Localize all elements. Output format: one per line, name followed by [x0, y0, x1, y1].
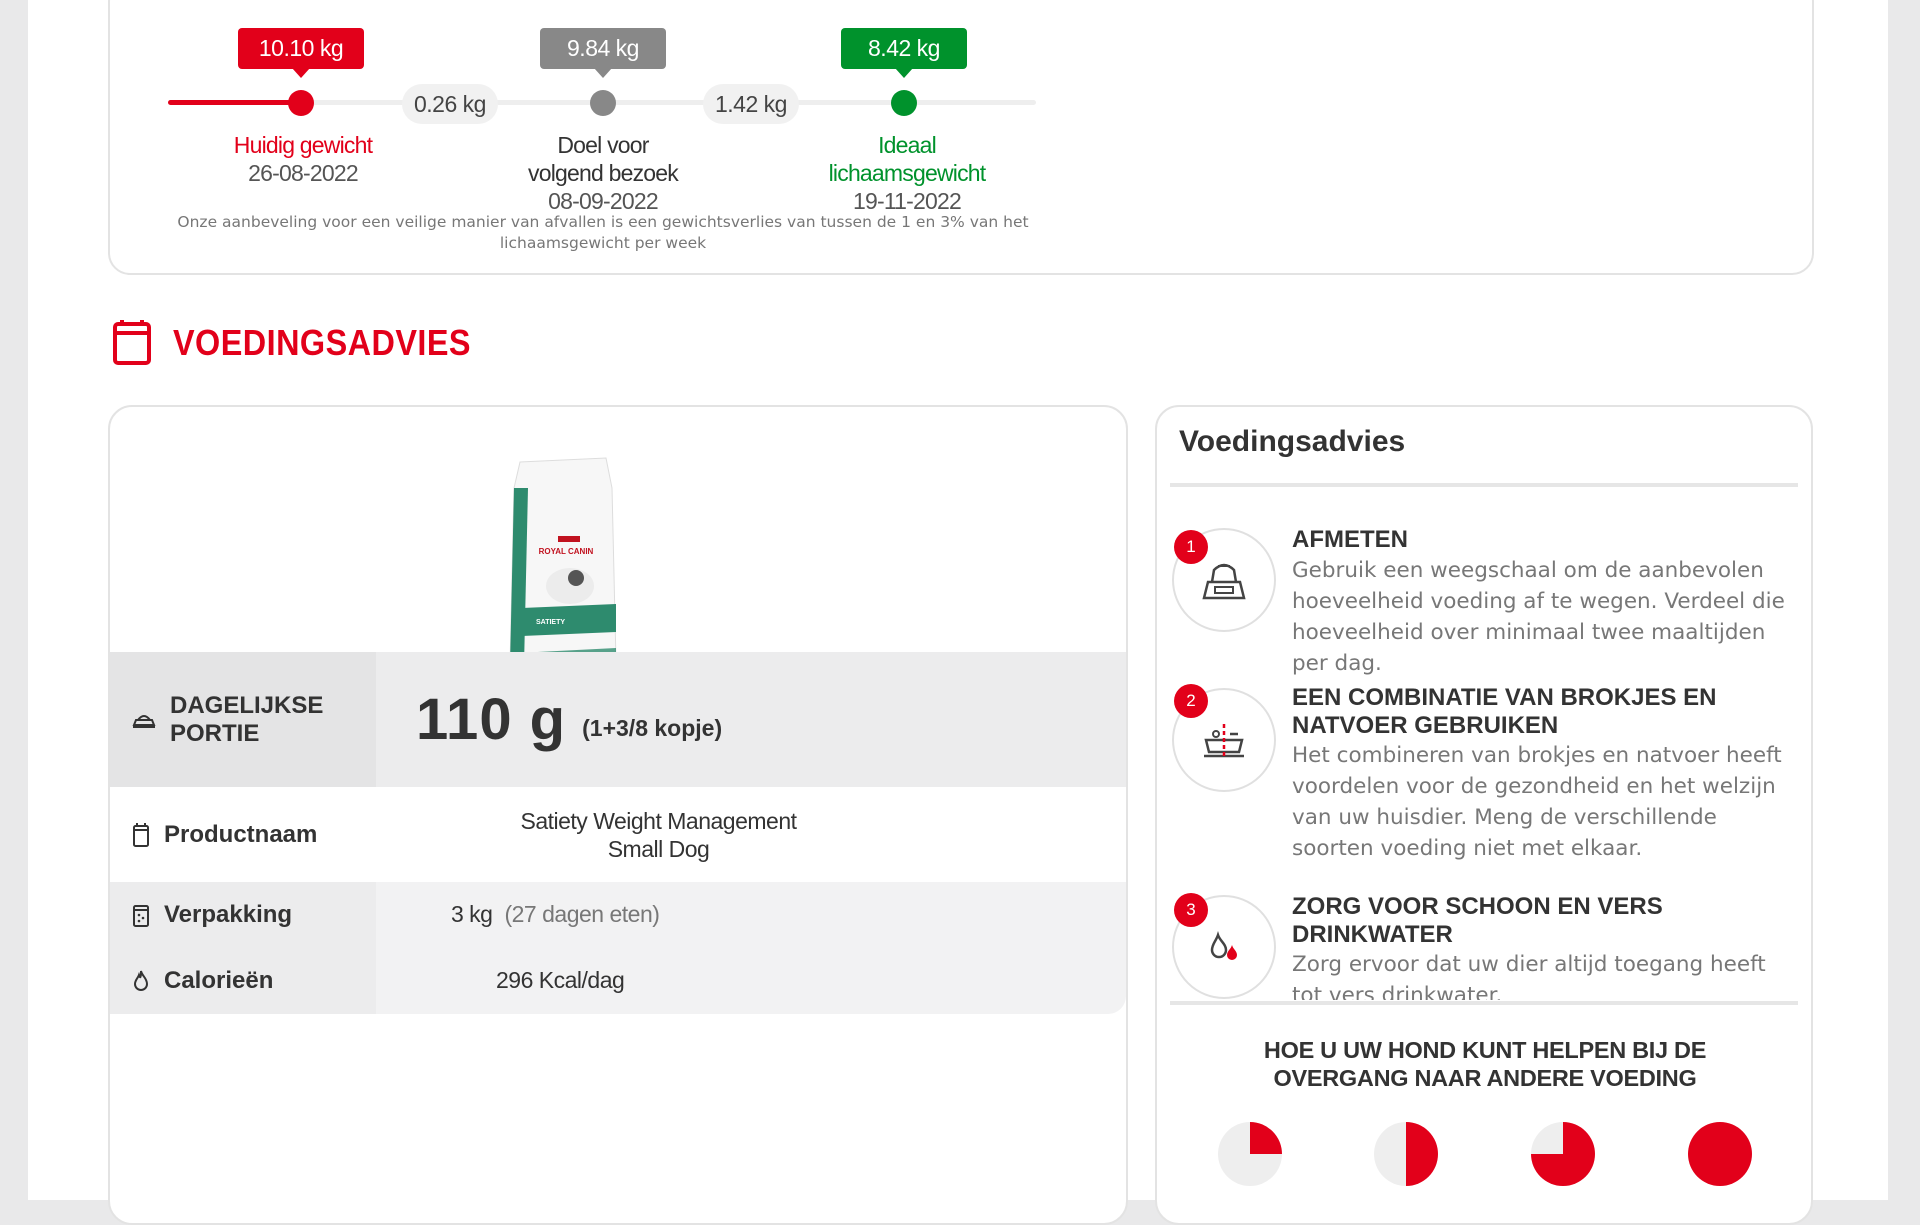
product-name-label-text: Productnaam: [164, 820, 318, 848]
step-text-1: Gebruik een weegschaal om de aanbevolen …: [1292, 558, 1785, 676]
flame-icon: [133, 970, 149, 991]
section-title: VOEDINGSADVIES: [173, 322, 471, 363]
step-number-1: 1: [1174, 530, 1208, 564]
transition-title: HOE U UW HOND KUNT HELPEN BIJ DE OVERGAN…: [1190, 1036, 1780, 1092]
package-days: (27 dagen eten): [504, 901, 660, 927]
daily-amount: 110 g: [416, 687, 567, 752]
goal-weight-title-1: Doel voor: [557, 132, 649, 158]
calories-row: Calorieën 296 Kcal/dag: [110, 947, 1126, 1014]
advice-title: Voedingsadvies: [1179, 425, 1406, 458]
weight-loss-note: Onze aanbeveling voor een veilige manier…: [150, 212, 1056, 254]
weight-loss-note-line1: Onze aanbeveling voor een veilige manier…: [177, 213, 1029, 231]
package-label: Verpakking: [110, 882, 376, 947]
package-size-icon: [133, 904, 149, 927]
package-calories-group: Verpakking 3 kg (27 dagen eten) Calorieë…: [110, 882, 1126, 1014]
diff-to-goal-badge: 0.26 kg: [402, 84, 498, 124]
daily-cups: (1+3/8 kopje): [582, 715, 723, 741]
step-number-3: 3: [1174, 893, 1208, 927]
transition-pie-three-quarter: [1531, 1122, 1595, 1186]
daily-portion-label: DAGELIJKSE PORTIE: [110, 652, 376, 787]
goal-weight-title-2: volgend bezoek: [528, 160, 679, 186]
package-value: 3 kg (27 dagen eten): [376, 882, 1126, 947]
package-product-text: SATIETY: [536, 619, 565, 626]
step-number-2: 2: [1174, 684, 1208, 718]
advice-divider-top: [1170, 483, 1798, 487]
ideal-weight-title-1: Ideaal: [878, 132, 937, 158]
bag-icon: [133, 822, 149, 847]
package-row: Verpakking 3 kg (27 dagen eten): [110, 882, 1126, 947]
current-weight-label: Huidig gewicht 26-08-2022: [183, 131, 423, 187]
goal-weight-date: 08-09-2022: [548, 188, 658, 214]
ideal-weight-bubble: 8.42 kg: [841, 28, 967, 78]
food-bag-icon: [113, 320, 151, 365]
current-weight-marker[interactable]: [288, 90, 314, 116]
calories-label: Calorieën: [110, 947, 376, 1014]
product-name-value: Satiety Weight Management Small Dog: [376, 787, 1126, 882]
advice-divider-bottom: [1170, 1001, 1798, 1005]
package-brand-text: ROYAL CANIN: [539, 547, 594, 556]
daily-portion-label-2: PORTIE: [170, 719, 260, 747]
step-heading-2: EEN COMBINATIE VAN BROKJES EN NATVOER GE…: [1292, 684, 1717, 739]
product-name-line1: Satiety Weight Management: [520, 807, 797, 834]
step-heading-1: AFMETEN: [1292, 526, 1408, 553]
current-weight-date: 26-08-2022: [248, 160, 358, 186]
daily-portion-row: DAGELIJKSE PORTIE 110 g (1+3/8 kopje): [110, 652, 1126, 787]
package-label-text: Verpakking: [164, 900, 293, 928]
step-text-3: Zorg ervoor dat uw dier altijd toegang h…: [1292, 952, 1766, 1000]
step-heading-3: ZORG VOOR SCHOON EN VERS DRINKWATER: [1292, 893, 1663, 948]
diff-to-ideal-badge: 1.42 kg: [703, 84, 799, 124]
transition-title-line1: HOE U UW HOND KUNT HELPEN BIJ DE: [1263, 1037, 1707, 1063]
daily-portion-label-1: DAGELIJKSE: [170, 691, 324, 719]
product-name-line2: Small Dog: [607, 835, 710, 862]
ideal-weight-label: Ideaal lichaamsgewicht 19-11-2022: [787, 131, 1027, 215]
product-name-row: Productnaam Satiety Weight Management Sm…: [110, 787, 1126, 882]
package-weight: 3 kg: [451, 901, 493, 927]
step-text-2: Het combineren van brokjes en natvoer he…: [1292, 743, 1782, 861]
food-bowl-icon: [132, 714, 156, 728]
transition-pie-full: [1688, 1122, 1752, 1186]
current-weight-title: Huidig gewicht: [233, 132, 373, 158]
calories-label-text: Calorieën: [164, 966, 274, 994]
calories-value: 296 Kcal/dag: [496, 967, 625, 993]
current-weight-bubble: 10.10 kg: [238, 28, 364, 78]
ideal-weight-date: 19-11-2022: [853, 188, 962, 214]
advice-steps-list[interactable]: 1 AFMETEN Gebruik een weegschaal om de a…: [1170, 490, 1798, 1000]
daily-portion-value: 110 g (1+3/8 kopje): [376, 652, 1126, 787]
product-detail-table: DAGELIJKSE PORTIE 110 g (1+3/8 kopje) Pr…: [110, 652, 1126, 1014]
transition-pie-quarter: [1218, 1122, 1282, 1186]
transition-title-line2: OVERGANG NAAR ANDERE VOEDING: [1273, 1065, 1697, 1091]
ideal-weight-title-2: lichaamsgewicht: [828, 160, 987, 186]
goal-weight-bubble: 9.84 kg: [540, 28, 666, 78]
weight-loss-note-line2: lichaamsgewicht per week: [499, 234, 707, 252]
goal-weight-marker[interactable]: [590, 90, 616, 116]
transition-pie-half: [1374, 1122, 1438, 1186]
weight-track-progress: [168, 100, 302, 105]
product-name-label: Productnaam: [110, 787, 376, 882]
ideal-weight-marker[interactable]: [891, 90, 917, 116]
goal-weight-label: Doel voor volgend bezoek 08-09-2022: [483, 131, 723, 215]
